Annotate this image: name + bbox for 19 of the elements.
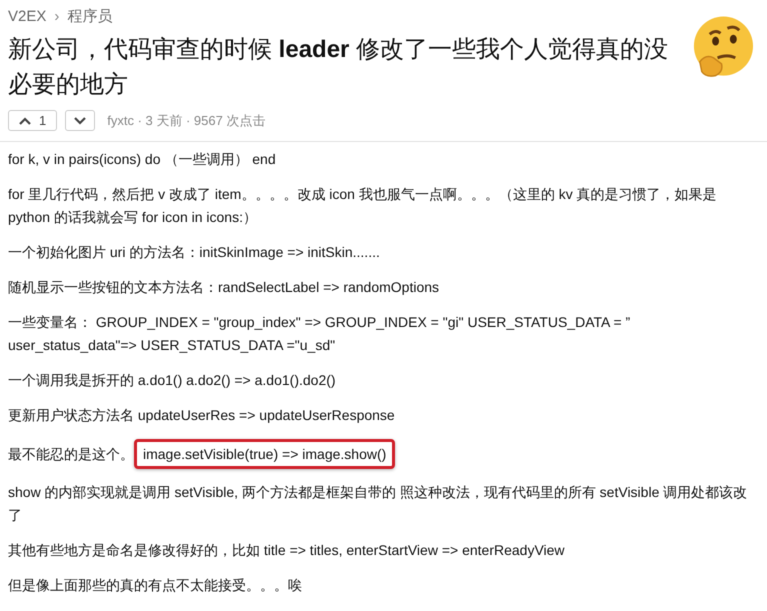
paragraph-text: 一些变量名： GROUP_INDEX = "group_index" => GROUP_INDEX = "gi" USER_STATUS_DATA = ” user_status_data"=> USER_STATUS_DATA ="u_sd" <box>8 314 630 353</box>
node-link[interactable]: 程序员 <box>67 6 112 26</box>
site-link[interactable]: V2EX <box>8 8 46 24</box>
paragraph-text: 随机显示一些按钮的文本方法名：randSelectLabel => randomOptions <box>8 279 440 295</box>
downvote-button[interactable] <box>65 110 96 131</box>
paragraph-text: 一个调用我是拆开的 a.do1() a.do2() => a.do1().do2() <box>8 372 336 388</box>
breadcrumb-separator: › <box>54 8 60 24</box>
highlighted-code: image.setVisible(true) => image.show() <box>134 439 396 469</box>
paragraph-text: 更新用户状态方法名 updateUserRes => updateUserResponse <box>8 407 395 423</box>
paragraph-text: show 的内部实现就是调用 setVisible, 两个方法都是框架自带的 照这种改法，现有代码里的所有 setVisible 调用处都该改了 <box>8 484 748 523</box>
paragraph-text: 但是像上面那些的真的有点不太能接受。。。唉 <box>8 577 302 593</box>
paragraph-text: 一个初始化图片 uri 的方法名：initSkinImage => initSkin....... <box>8 244 380 260</box>
post-title: 新公司，代码审查的时候 leader 修改了一些我个人觉得真的没必要的地方 <box>8 35 670 100</box>
paragraph-text: for 里几行代码，然后把 v 改成了 item。。。。改成 icon 我也服气一点啊。。。（这里的 kv 真的是习惯了，如果是 python 的话我就会写 for icon in icons:） <box>8 186 717 225</box>
paragraph-text: for k, v in pairs(icons) do （一些调用） end <box>8 151 276 167</box>
paragraph-text: 最不能忍的是这个。 <box>8 446 134 462</box>
post-meta: fyxtc · 3 天前 · 9567 次点击 <box>107 112 266 130</box>
upvote-button[interactable]: 1 <box>8 110 58 131</box>
paragraph-text: 其他有些地方是命名是修改得好的，比如 title => titles, enterStartView => enterReadyView <box>8 542 565 558</box>
